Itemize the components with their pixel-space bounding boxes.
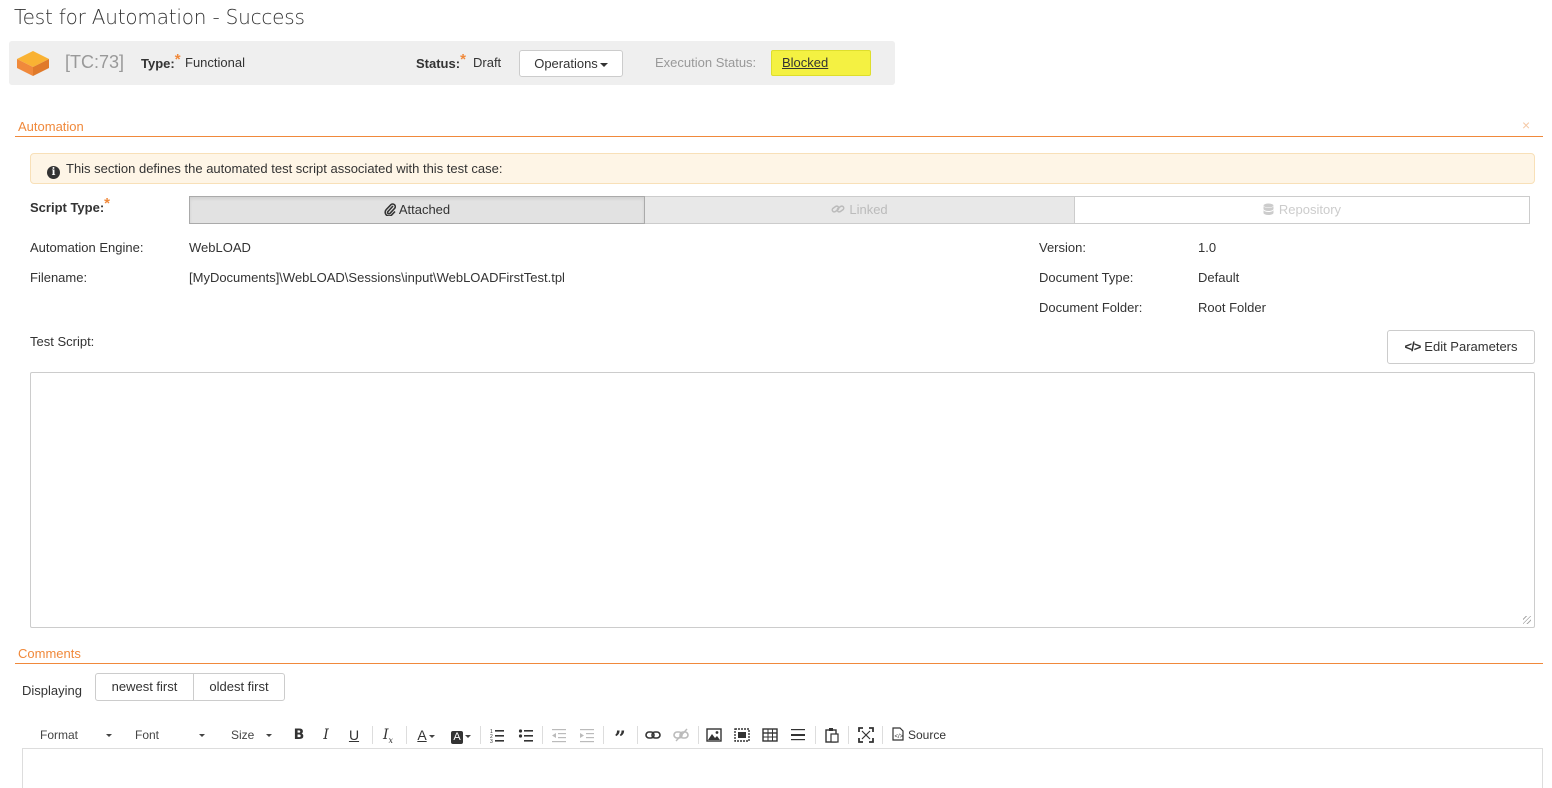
- remove-format-icon[interactable]: Ix: [378, 725, 398, 745]
- toolbar-separator: [480, 726, 481, 744]
- link-icon[interactable]: [645, 727, 661, 743]
- script-type-label: Script Type:*: [30, 195, 111, 215]
- text-color-icon[interactable]: A: [412, 725, 440, 745]
- automation-engine-label: Automation Engine:: [30, 240, 144, 255]
- automation-section-title[interactable]: Automation: [18, 119, 84, 134]
- script-type-repository-button[interactable]: Repository: [1075, 196, 1530, 224]
- info-icon: i: [47, 166, 60, 179]
- source-file-icon: </>: [892, 727, 904, 741]
- resize-grip-icon[interactable]: [1523, 616, 1531, 624]
- caret-down-icon: [106, 734, 113, 738]
- table-icon[interactable]: [762, 727, 778, 743]
- toolbar-separator: [542, 726, 543, 744]
- version-label: Version:: [1039, 240, 1086, 255]
- automation-engine-value: WebLOAD: [189, 240, 251, 255]
- toolbar-separator: [698, 726, 699, 744]
- document-type-value: Default: [1198, 270, 1240, 285]
- sort-newest-first-button[interactable]: newest first: [95, 673, 194, 701]
- script-type-attached-button[interactable]: Attached: [189, 196, 645, 224]
- background-color-icon[interactable]: A: [447, 725, 475, 745]
- test-case-box-icon: [17, 51, 49, 76]
- toolbar-separator: [372, 726, 373, 744]
- version-value: 1.0: [1198, 240, 1217, 255]
- horizontal-rule-icon[interactable]: [790, 727, 806, 743]
- toolbar-separator: [815, 726, 816, 744]
- execution-status-badge[interactable]: Blocked: [771, 50, 871, 76]
- indent-icon[interactable]: [579, 727, 595, 743]
- operations-label: Operations: [534, 56, 598, 71]
- toolbar-separator: [848, 726, 849, 744]
- italic-icon[interactable]: I: [316, 725, 336, 745]
- info-text: This section defines the automated test …: [66, 161, 503, 176]
- page-title: Test for Automation - Success: [14, 5, 305, 29]
- sort-oldest-first-button[interactable]: oldest first: [193, 673, 285, 701]
- status-label: Status:*: [416, 51, 466, 71]
- type-label: Type:*: [141, 51, 181, 71]
- test-script-textarea[interactable]: [30, 372, 1535, 628]
- source-button[interactable]: </> Source: [892, 725, 946, 745]
- format-dropdown[interactable]: Format: [40, 725, 113, 745]
- bullet-list-icon[interactable]: [518, 727, 534, 743]
- maximize-icon[interactable]: [858, 727, 874, 743]
- document-folder-value: Root Folder: [1198, 300, 1266, 315]
- operations-dropdown-button[interactable]: Operations: [519, 50, 623, 77]
- bold-icon[interactable]: B: [289, 725, 309, 745]
- paperclip-icon: [384, 203, 396, 217]
- info-message: i This section defines the automated test…: [30, 153, 1535, 184]
- automation-section-divider: [15, 136, 1543, 137]
- source-label: Source: [908, 728, 947, 742]
- execution-status-label: Execution Status:: [655, 55, 757, 70]
- linked-label: Linked: [849, 202, 888, 217]
- edit-parameters-label: Edit Parameters: [1424, 339, 1518, 354]
- outdent-icon[interactable]: [551, 727, 567, 743]
- test-script-label: Test Script:: [30, 334, 95, 349]
- blockquote-icon[interactable]: ”: [610, 725, 630, 750]
- svg-text:</>: </>: [895, 734, 904, 740]
- toolbar-separator: [603, 726, 604, 744]
- size-dropdown[interactable]: Size: [231, 725, 273, 745]
- close-icon[interactable]: ×: [1522, 117, 1530, 133]
- database-icon: [1263, 203, 1274, 215]
- unlink-icon[interactable]: [673, 727, 689, 743]
- filename-value: [MyDocuments]\WebLOAD\Sessions\input\Web…: [189, 270, 565, 285]
- toolbar-separator: [637, 726, 638, 744]
- comments-section-title[interactable]: Comments: [18, 646, 81, 661]
- comment-editor[interactable]: [22, 748, 1543, 788]
- code-icon: </>: [1404, 339, 1422, 354]
- repository-label: Repository: [1278, 202, 1342, 217]
- underline-icon[interactable]: U: [344, 725, 364, 745]
- format-label: Format: [40, 728, 79, 742]
- numbered-list-icon[interactable]: 123: [489, 727, 505, 743]
- toolbar-separator: [406, 726, 407, 744]
- image-icon[interactable]: [706, 727, 722, 743]
- document-folder-label: Document Folder:: [1039, 300, 1143, 315]
- link-icon: [831, 205, 845, 213]
- filename-label: Filename:: [30, 270, 88, 285]
- paste-icon[interactable]: [824, 727, 840, 743]
- test-case-id: [TC:73]: [65, 52, 125, 72]
- caret-down-icon: [199, 734, 206, 738]
- attached-label: Attached: [398, 202, 451, 217]
- caret-down-icon: [266, 734, 273, 738]
- caret-down-icon: [599, 62, 608, 67]
- document-type-label: Document Type:: [1039, 270, 1134, 285]
- edit-parameters-button[interactable]: </> Edit Parameters: [1387, 330, 1535, 364]
- status-value[interactable]: Draft: [473, 55, 501, 70]
- embed-media-icon[interactable]: [734, 727, 750, 743]
- toolbar-separator: [882, 726, 883, 744]
- type-value[interactable]: Functional: [185, 55, 245, 70]
- script-type-linked-button[interactable]: Linked: [645, 196, 1075, 224]
- displaying-label: Displaying: [22, 683, 82, 698]
- font-label: Font: [135, 728, 160, 742]
- font-dropdown[interactable]: Font: [135, 725, 206, 745]
- size-label: Size: [231, 728, 255, 742]
- comments-section-divider: [15, 663, 1543, 664]
- svg-text:3: 3: [490, 739, 493, 743]
